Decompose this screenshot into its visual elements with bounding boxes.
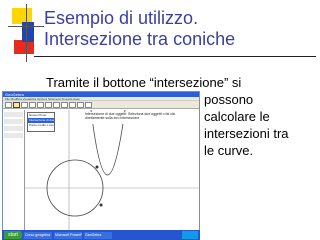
intersection-point-a — [95, 165, 99, 169]
line-tool-icon[interactable] — [21, 101, 28, 108]
popup-item-midpoint[interactable]: Punto medio o centro — [28, 123, 54, 128]
title-line-1: Esempio di utilizzo. — [44, 8, 199, 28]
system-tray — [182, 231, 198, 239]
title-divider — [34, 56, 316, 57]
decorative-horizontal-line — [8, 26, 44, 27]
slide-title: Esempio di utilizzo. Intersezione tra co… — [44, 8, 314, 50]
intersection-point-b — [99, 203, 103, 207]
algebra-row[interactable] — [4, 133, 23, 138]
decorative-red-square — [14, 40, 34, 54]
conic-tool-icon[interactable] — [53, 101, 60, 108]
algebra-view — [3, 110, 25, 231]
algebra-row[interactable] — [4, 112, 23, 117]
decorative-vertical-line — [26, 4, 27, 62]
taskbar-item[interactable]: GeoGebra — [84, 231, 112, 239]
geogebra-screenshot: GeoGebra File Modifica Visualizza Opzion… — [2, 91, 200, 240]
move-tool-icon[interactable] — [5, 101, 12, 108]
angle-tool-icon[interactable] — [61, 101, 68, 108]
slider-tool-icon[interactable] — [77, 101, 84, 108]
body-line-3: calcolare le — [204, 109, 270, 124]
polygon-tool-icon[interactable] — [37, 101, 44, 108]
tool-popup-menu: Nuovo Punto Intersezione di due oggetti … — [27, 112, 55, 132]
body-text-continued: possono calcolare le intersezioni tra le… — [204, 91, 314, 159]
body-line-5: le curve. — [204, 143, 254, 158]
start-button[interactable]: start — [4, 231, 22, 239]
app-main: Intersezione di due oggetti: Seleziona d… — [3, 109, 199, 231]
title-line-2: Intersezione tra coniche — [44, 29, 236, 49]
body-line-1: Tramite il bottone “intersezione” si — [46, 75, 242, 90]
tool-help-text: Intersezione di due oggetti: Seleziona d… — [85, 112, 195, 124]
reflect-tool-icon[interactable] — [69, 101, 76, 108]
point-tool-icon[interactable] — [13, 101, 20, 108]
slide: Esempio di utilizzo. Intersezione tra co… — [0, 0, 320, 240]
circle-tool-icon[interactable] — [45, 101, 52, 108]
taskbar-item[interactable]: Corso geogebra — [24, 231, 52, 239]
app-toolbar — [3, 101, 199, 109]
body-text: Tramite il bottone “intersezione” si — [46, 74, 241, 91]
algebra-row[interactable] — [4, 119, 23, 124]
body-line-4: intersezioni tra — [204, 126, 289, 141]
body-line-2: possono — [204, 92, 254, 107]
view-tool-icon[interactable] — [85, 101, 92, 108]
windows-taskbar: start Corso geogebra Microsoft PowerPoin… — [2, 230, 200, 240]
taskbar-item[interactable]: Microsoft PowerPoint — [54, 231, 82, 239]
decorative-blue-square — [22, 22, 34, 42]
algebra-row[interactable] — [4, 126, 23, 131]
perpendicular-tool-icon[interactable] — [29, 101, 36, 108]
